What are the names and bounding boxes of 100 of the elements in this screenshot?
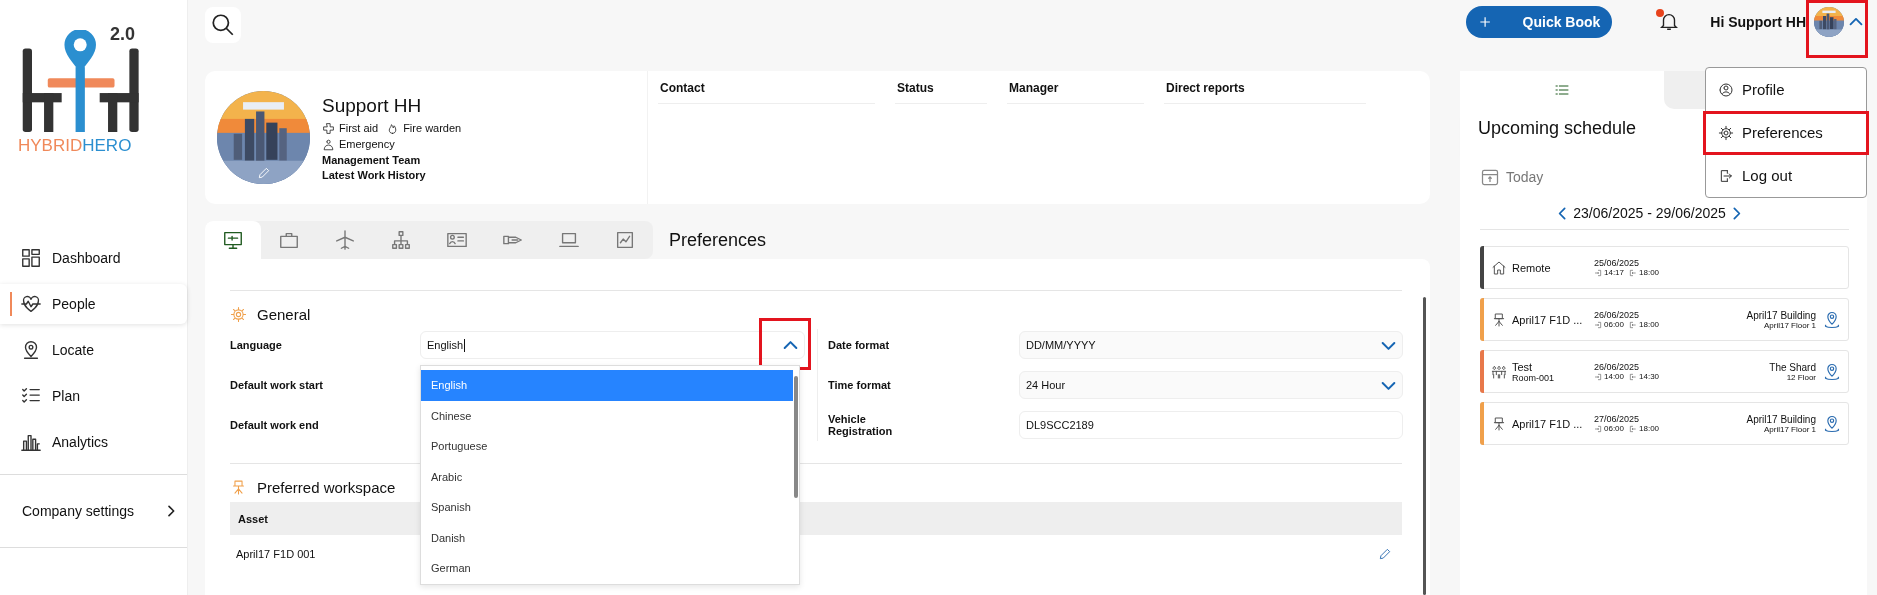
check-out-time: 14:30 [1639,372,1660,381]
logo-wordmark: HYBRIDHERO [18,136,132,156]
calendar-icon [1480,167,1500,187]
menu-item[interactable]: Preferences [1706,111,1866,154]
booking-title: April17 F1D ... [1512,417,1584,430]
dropdown-option[interactable]: Portuguese [421,431,793,462]
list-icon [1553,82,1570,98]
booking-card[interactable]: Test Room-001 26/06/2025 14:00 14:30 The Shard 12 Floor [1480,350,1849,393]
field-label: Default work end [230,419,320,431]
dropdown-option[interactable]: Arabic [421,461,793,492]
field-label: Default work start [230,379,324,391]
check-out-time: 18:00 [1639,424,1660,433]
column-header: Status [895,81,987,104]
page-title: Preferences [668,229,767,251]
building-name: The Shard [1769,361,1816,373]
role-label: Fire warden [403,122,462,134]
plus-icon [1478,14,1493,30]
booking-date: 26/06/2025 [1594,310,1641,320]
table-cell: April17 F1D 001 [236,548,316,560]
check-in-icon [1594,320,1602,329]
booking-date: 25/06/2025 [1594,258,1641,268]
check-in-icon [1594,424,1602,433]
sidebar-item[interactable]: Analytics [0,422,187,462]
menu-item[interactable]: Profile [1706,68,1866,111]
greeting-text: Hi Support HH [1710,14,1806,30]
pencil-icon[interactable] [1378,547,1392,561]
location-pin-icon[interactable] [1822,413,1842,434]
search-button[interactable] [205,7,241,43]
language-combobox[interactable]: English [420,331,805,359]
booking-card[interactable]: April17 F1D ... 26/06/2025 06:00 18:00 April17 Building April17 Floor 1 [1480,298,1849,341]
settings-icon [1718,124,1734,141]
booking-title: Test [1512,360,1534,373]
check-out-icon [1629,372,1638,381]
menu-item[interactable]: Log out [1706,154,1866,197]
chart-icon [614,229,636,251]
column-header: Direct reports [1164,81,1366,104]
field-label: Time format [828,379,892,391]
check-out-icon [1629,268,1638,277]
booking-card[interactable]: Remote 25/06/2025 14:17 18:00 [1480,246,1849,289]
booking-title: April17 F1D ... [1512,313,1584,326]
booking-title: Remote [1512,261,1552,274]
sidebar-item[interactable]: Dashboard [0,238,187,278]
location-pin-icon[interactable] [1822,361,1842,382]
field-label: Vehicle Registration [828,413,894,437]
check-in-time: 14:00 [1604,372,1625,381]
meeting-icon [1491,363,1507,380]
dropdown-option[interactable]: Spanish [421,492,793,523]
dropdown-option[interactable]: German [421,553,793,584]
logo-version: 2.0 [110,24,136,45]
input-field[interactable]: DL9SCC2189 [1019,411,1403,439]
quick-book-button[interactable]: Quick Book [1466,6,1613,38]
floor-name: April17 Floor 1 [1763,320,1816,330]
person-icon [322,137,335,151]
column-header: Manager [1007,81,1144,104]
section-title: General [257,305,311,323]
logout-icon [1718,167,1734,184]
sidebar-item[interactable]: People [0,284,187,324]
today-button[interactable]: Today [1480,167,1544,187]
sidebar-item[interactable]: Plan [0,376,187,416]
cross-icon [322,121,335,135]
booking-card[interactable]: April17 F1D ... 27/06/2025 06:00 18:00 April17 Building April17 Floor 1 [1480,402,1849,445]
company-settings-link[interactable]: Company settings [0,474,187,548]
building-name: April17 Building [1746,413,1816,425]
section-title: Preferred workspace [257,478,396,496]
dropdown-option[interactable]: English [421,370,793,401]
location-pin-icon[interactable] [1822,309,1842,330]
floor-name: 12 Floor [1786,372,1816,382]
home-icon [1491,259,1507,276]
booking-date: 26/06/2025 [1594,362,1641,372]
field-label: Date format [828,339,891,351]
role-label: First aid [339,122,379,134]
select-field[interactable]: 24 Hour [1019,371,1403,399]
select-field[interactable]: DD/MM/YYYY [1019,331,1403,359]
booking-subtitle: Room-001 [1512,372,1556,383]
team-name: Management Team [322,153,421,166]
monitor-icon [222,229,244,251]
sidebar-item[interactable]: Locate [0,330,187,370]
building-name: April17 Building [1746,309,1816,321]
work-history-link[interactable]: Latest Work History [322,168,426,181]
check-out-time: 18:00 [1639,320,1660,329]
check-in-time: 14:17 [1604,268,1625,277]
floor-name: April17 Floor 1 [1763,424,1816,434]
profile-name: Support HH [322,94,422,117]
plane-icon [334,229,356,251]
org-chart-icon [390,229,412,251]
chair-icon [230,478,247,496]
role-label: Emergency [339,138,395,150]
search-icon [210,12,236,38]
dropdown-option[interactable]: Chinese [421,400,793,431]
booking-date: 27/06/2025 [1594,414,1641,424]
chevron-right-icon [165,505,177,517]
heart-pulse-icon [20,293,42,315]
column-header: Contact [658,81,875,104]
chair-icon [1491,415,1507,432]
dropdown-option[interactable]: Danish [421,522,793,553]
tab[interactable] [205,221,261,259]
check-out-icon [1629,424,1638,433]
settings-icon [230,305,247,323]
check-out-icon [1629,320,1638,329]
dashboard-icon [20,247,42,269]
